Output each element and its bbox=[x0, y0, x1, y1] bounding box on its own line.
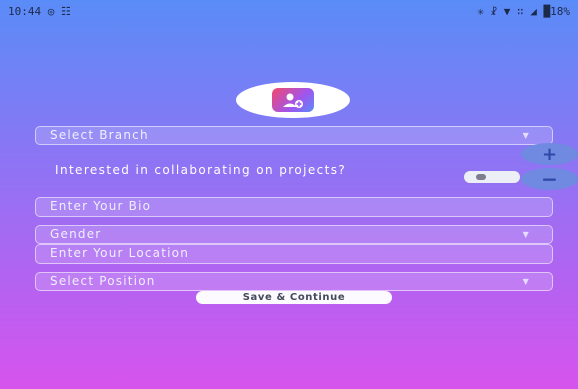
app-screen: 10:44 ◎ ☷ ✳ ☧ ▼ ∷ ◢ █18% Select Branch ▼… bbox=[0, 0, 578, 389]
chevron-down-icon: ▼ bbox=[522, 230, 530, 239]
notification-icons: ◎ ☷ bbox=[47, 5, 71, 18]
status-bar: 10:44 ◎ ☷ ✳ ☧ ▼ ∷ ◢ █18% bbox=[0, 0, 578, 22]
position-select-label: Select Position bbox=[50, 274, 156, 288]
toggle-knob bbox=[476, 174, 486, 180]
status-right: ✳ ☧ ▼ ∷ ◢ █18% bbox=[477, 5, 570, 18]
collab-question: Interested in collaborating on projects? bbox=[55, 163, 347, 177]
branch-select-label: Select Branch bbox=[50, 128, 149, 142]
gender-select-label: Gender bbox=[50, 227, 102, 241]
add-user-icon bbox=[272, 88, 314, 112]
branch-select[interactable]: Select Branch ▼ bbox=[35, 126, 553, 145]
location-input-label: Enter Your Location bbox=[50, 246, 190, 260]
add-user-glyph bbox=[283, 93, 303, 108]
bio-input[interactable]: Enter Your Bio bbox=[35, 197, 553, 217]
minus-icon: − bbox=[541, 167, 558, 191]
battery-level: █18% bbox=[543, 5, 571, 18]
status-time: 10:44 bbox=[8, 5, 42, 18]
connectivity-icons: ✳ ☧ ▼ ∷ ◢ bbox=[477, 5, 537, 18]
status-left: 10:44 ◎ ☷ bbox=[8, 5, 71, 18]
location-input[interactable]: Enter Your Location bbox=[35, 244, 553, 264]
profile-photo-picker[interactable] bbox=[236, 82, 350, 118]
add-button[interactable]: + bbox=[521, 143, 578, 165]
collab-toggle[interactable] bbox=[464, 171, 520, 183]
plus-icon: + bbox=[541, 143, 558, 165]
chevron-down-icon: ▼ bbox=[522, 277, 530, 286]
position-select[interactable]: Select Position ▼ bbox=[35, 272, 553, 291]
remove-button[interactable]: − bbox=[521, 167, 578, 191]
chevron-down-icon: ▼ bbox=[522, 131, 530, 140]
bio-input-label: Enter Your Bio bbox=[50, 199, 152, 213]
gender-select[interactable]: Gender ▼ bbox=[35, 225, 553, 244]
save-continue-button[interactable]: Save & Continue bbox=[196, 291, 392, 304]
